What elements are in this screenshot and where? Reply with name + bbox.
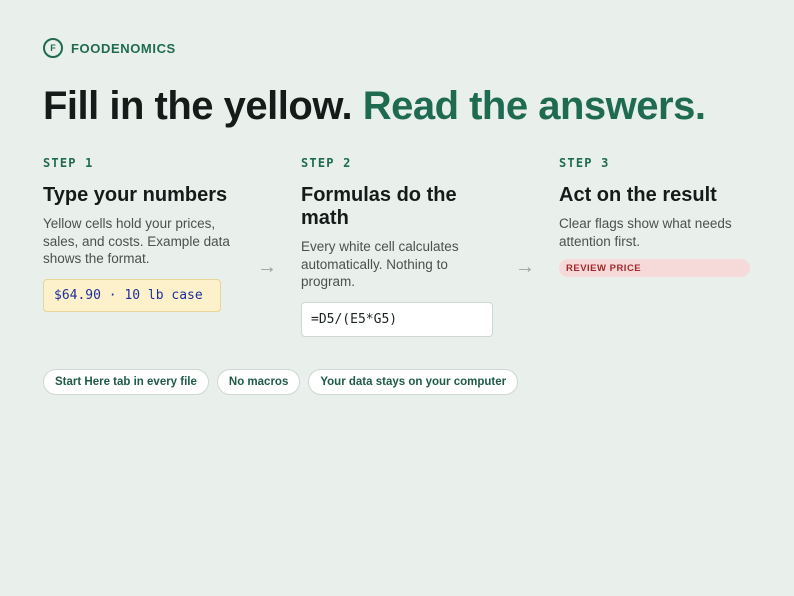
step-title: Act on the result <box>559 184 717 206</box>
arrow-right-icon: → <box>257 256 277 278</box>
example-input-cell: $64.90 · 10 lb case <box>43 278 221 312</box>
step-description: Yellow cells hold your prices, sales, an… <box>43 216 230 266</box>
pill-data-local: Your data stays on your computer <box>308 369 519 395</box>
pill-no-macros: No macros <box>216 369 301 395</box>
brand-name: FOODENOMICS <box>71 40 176 56</box>
review-price-flag: REVIEW PRICE <box>559 259 750 277</box>
step-description: Clear flags show what needs attention fi… <box>559 216 732 249</box>
formula-cell: =D5/(E5*G5) <box>301 301 493 337</box>
step-description: Every white cell calculates automaticall… <box>301 239 459 289</box>
feature-pills: Start Here tab in every file No macros Y… <box>43 369 519 395</box>
step-title: Formulas do the math <box>301 184 457 229</box>
headline-part-2: Read the answers. <box>362 84 706 128</box>
step-number: STEP 2 <box>301 156 352 170</box>
step-3: STEP 3 Act on the result Clear flags sho… <box>559 156 759 277</box>
step-number: STEP 1 <box>43 156 94 170</box>
pill-start-here: Start Here tab in every file <box>43 369 209 395</box>
brand: F FOODENOMICS <box>43 38 176 58</box>
step-number: STEP 3 <box>559 156 610 170</box>
headline-part-1: Fill in the yellow. <box>43 84 353 128</box>
step-1: STEP 1 Type your numbers Yellow cells ho… <box>43 156 243 312</box>
page-headline: Fill in the yellow. Read the answers. <box>43 84 706 129</box>
arrow-right-icon: → <box>515 256 535 278</box>
step-title: Type your numbers <box>43 184 228 206</box>
step-2: STEP 2 Formulas do the math Every white … <box>301 156 501 337</box>
brand-logo-icon: F <box>43 38 63 58</box>
